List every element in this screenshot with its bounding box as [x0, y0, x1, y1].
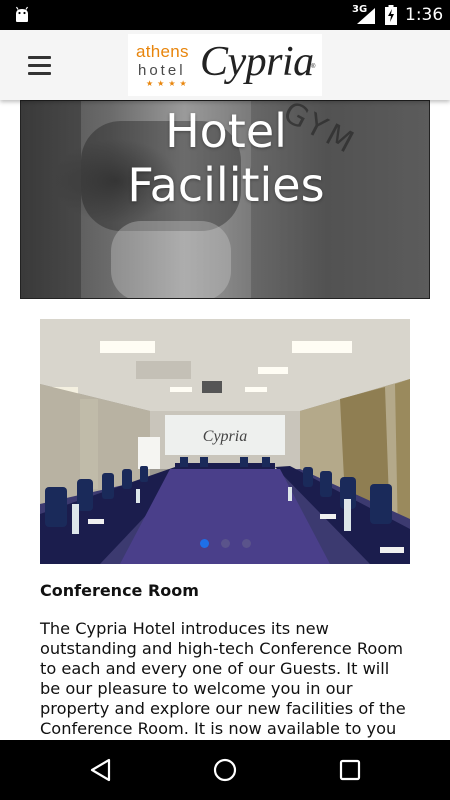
carousel-indicators: [40, 539, 410, 548]
android-notification-icon: [15, 6, 29, 22]
hero-banner: GYM Hotel Facilities: [20, 100, 430, 299]
screen-logo: Cypria: [203, 428, 247, 445]
page-title: Hotel Facilities: [127, 104, 325, 212]
system-navigation-bar: [0, 740, 450, 800]
image-carousel[interactable]: Cypria: [40, 319, 410, 564]
app-bar: athens hotel ★★★★ Cypria ®: [0, 30, 450, 100]
hamburger-menu-icon[interactable]: [20, 50, 60, 80]
carousel-dot-3[interactable]: [241, 539, 251, 548]
section-description: The Cypria Hotel introduces its new outs…: [40, 619, 406, 758]
status-bar: 3G 1:36: [0, 0, 450, 30]
hotel-logo[interactable]: athens hotel ★★★★ Cypria ®: [128, 34, 322, 96]
recents-square-icon[interactable]: [335, 755, 365, 785]
carousel-dot-1[interactable]: [199, 539, 209, 548]
battery-charging-icon: [385, 5, 397, 25]
logo-hotel: hotel: [138, 62, 186, 79]
home-circle-icon[interactable]: [210, 755, 240, 785]
conference-room-photo: Cypria: [40, 319, 410, 564]
back-triangle-icon[interactable]: [86, 755, 116, 785]
logo-cypria: Cypria: [200, 39, 314, 85]
logo-registered-mark: ®: [311, 64, 316, 70]
clock: 1:36: [405, 5, 444, 25]
logo-athens: athens: [136, 42, 189, 61]
logo-stars: ★★★★: [146, 79, 191, 88]
signal-icon: [357, 8, 375, 24]
carousel-dot-2[interactable]: [220, 539, 230, 548]
section-title: Conference Room: [40, 581, 199, 600]
